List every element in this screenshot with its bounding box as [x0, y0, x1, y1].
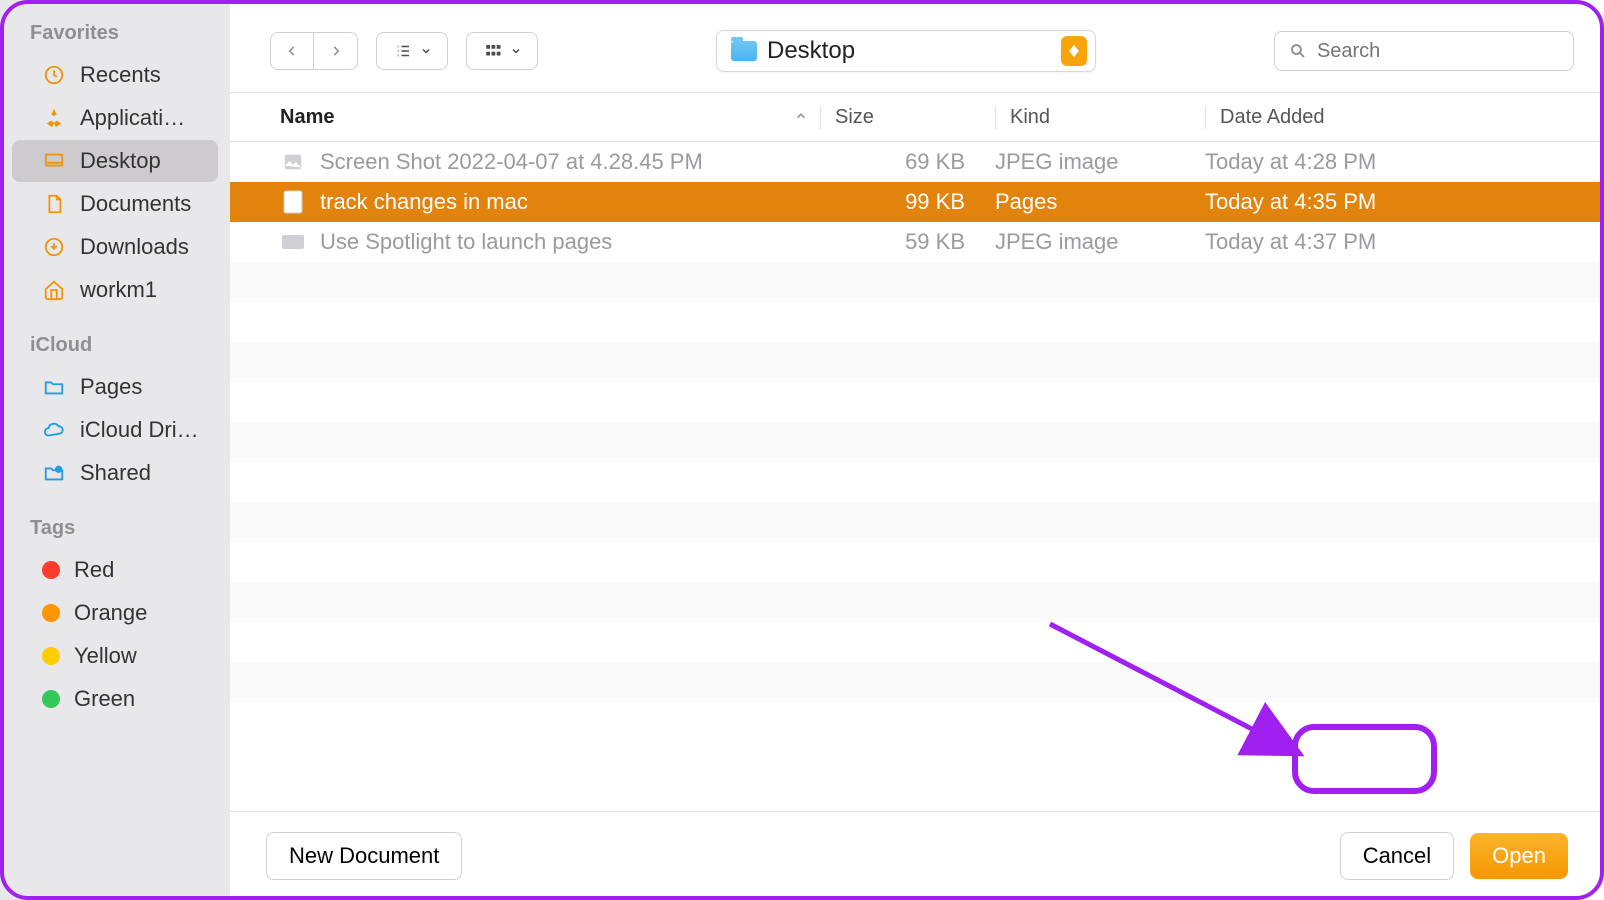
sidebar-item-shared[interactable]: Shared [12, 452, 218, 494]
sidebar-label: iCloud Dri… [80, 417, 199, 443]
home-icon [42, 278, 66, 302]
column-kind[interactable]: Kind [995, 106, 1205, 129]
sidebar: Favorites Recents Applicati… Desktop Doc… [0, 0, 230, 900]
chevron-down-icon [510, 45, 522, 57]
toolbar: Desktop [230, 0, 1604, 92]
view-list-button[interactable] [376, 32, 448, 70]
file-row[interactable]: Use Spotlight to launch pages 59 KB JPEG… [230, 222, 1604, 262]
file-date: Today at 4:28 PM [1205, 149, 1604, 175]
sidebar-tag-orange[interactable]: Orange [12, 592, 218, 634]
sidebar-item-documents[interactable]: Documents [12, 183, 218, 225]
column-headers: Name Size Kind Date Added [230, 92, 1604, 142]
sidebar-tag-red[interactable]: Red [12, 549, 218, 591]
sidebar-tag-green[interactable]: Green [12, 678, 218, 720]
tag-dot-icon [42, 690, 60, 708]
column-name-label: Name [280, 106, 334, 129]
sidebar-label: Orange [74, 600, 147, 626]
sidebar-tag-yellow[interactable]: Yellow [12, 635, 218, 677]
column-date[interactable]: Date Added [1205, 106, 1604, 129]
sidebar-item-desktop[interactable]: Desktop [12, 140, 218, 182]
sort-asc-icon [794, 109, 808, 126]
search-icon [1289, 41, 1307, 61]
tag-dot-icon [42, 647, 60, 665]
sidebar-label: Recents [80, 62, 161, 88]
apps-icon [42, 106, 66, 130]
column-date-label: Date Added [1220, 106, 1325, 128]
location-label: Desktop [767, 37, 1051, 65]
sidebar-item-recents[interactable]: Recents [12, 54, 218, 96]
column-size[interactable]: Size [820, 106, 995, 129]
file-row[interactable]: track changes in mac 99 KB Pages Today a… [230, 182, 1604, 222]
pages-file-icon [280, 189, 306, 215]
file-size: 59 KB [820, 229, 995, 255]
file-name: track changes in mac [320, 189, 528, 215]
sidebar-section-favorites: Favorites [0, 18, 230, 53]
file-list: Screen Shot 2022-04-07 at 4.28.45 PM 69 … [230, 142, 1604, 811]
sidebar-section-icloud: iCloud [0, 330, 230, 365]
tag-dot-icon [42, 561, 60, 579]
sidebar-label: Desktop [80, 148, 161, 174]
main-panel: Desktop Name Size Kind Date Added [230, 0, 1604, 900]
column-name[interactable]: Name [280, 106, 820, 129]
sidebar-label: Red [74, 557, 114, 583]
desktop-icon [42, 149, 66, 173]
document-icon [42, 192, 66, 216]
image-file-icon [280, 229, 306, 255]
nav-group [270, 32, 358, 70]
search-input[interactable] [1317, 40, 1559, 63]
file-name: Use Spotlight to launch pages [320, 229, 612, 255]
sidebar-label: Shared [80, 460, 151, 486]
view-grid-button[interactable] [466, 32, 538, 70]
file-date: Today at 4:37 PM [1205, 229, 1604, 255]
forward-button[interactable] [314, 32, 358, 70]
cancel-button[interactable]: Cancel [1340, 832, 1454, 880]
sidebar-label: Yellow [74, 643, 137, 669]
file-size: 99 KB [820, 189, 995, 215]
shared-icon [42, 461, 66, 485]
back-button[interactable] [270, 32, 314, 70]
sidebar-label: Pages [80, 374, 142, 400]
sidebar-item-icloud-drive[interactable]: iCloud Dri… [12, 409, 218, 451]
footer: New Document Cancel Open [230, 811, 1604, 900]
file-size: 69 KB [820, 149, 995, 175]
file-kind: JPEG image [995, 229, 1205, 255]
file-row[interactable]: Screen Shot 2022-04-07 at 4.28.45 PM 69 … [230, 142, 1604, 182]
sidebar-label: Documents [80, 191, 191, 217]
sidebar-item-applications[interactable]: Applicati… [12, 97, 218, 139]
file-kind: JPEG image [995, 149, 1205, 175]
location-selector[interactable]: Desktop [716, 30, 1096, 72]
sidebar-item-home[interactable]: workm1 [12, 269, 218, 311]
chevron-down-icon [420, 45, 432, 57]
file-name: Screen Shot 2022-04-07 at 4.28.45 PM [320, 149, 703, 175]
open-button[interactable]: Open [1470, 833, 1568, 879]
sidebar-label: Downloads [80, 234, 189, 260]
cloud-icon [42, 418, 66, 442]
search-box[interactable] [1274, 31, 1574, 71]
column-kind-label: Kind [1010, 106, 1050, 128]
sidebar-item-downloads[interactable]: Downloads [12, 226, 218, 268]
column-size-label: Size [835, 106, 874, 128]
sidebar-section-tags: Tags [0, 513, 230, 548]
clock-icon [42, 63, 66, 87]
sidebar-label: workm1 [80, 277, 157, 303]
file-kind: Pages [995, 189, 1205, 215]
image-file-icon [280, 149, 306, 175]
sidebar-label: Applicati… [80, 105, 185, 131]
sidebar-label: Green [74, 686, 135, 712]
tag-dot-icon [42, 604, 60, 622]
location-stepper-icon [1061, 36, 1087, 66]
new-document-button[interactable]: New Document [266, 832, 462, 880]
folder-icon [731, 41, 757, 61]
download-icon [42, 235, 66, 259]
folder-icon [42, 375, 66, 399]
file-date: Today at 4:35 PM [1205, 189, 1604, 215]
sidebar-item-pages[interactable]: Pages [12, 366, 218, 408]
